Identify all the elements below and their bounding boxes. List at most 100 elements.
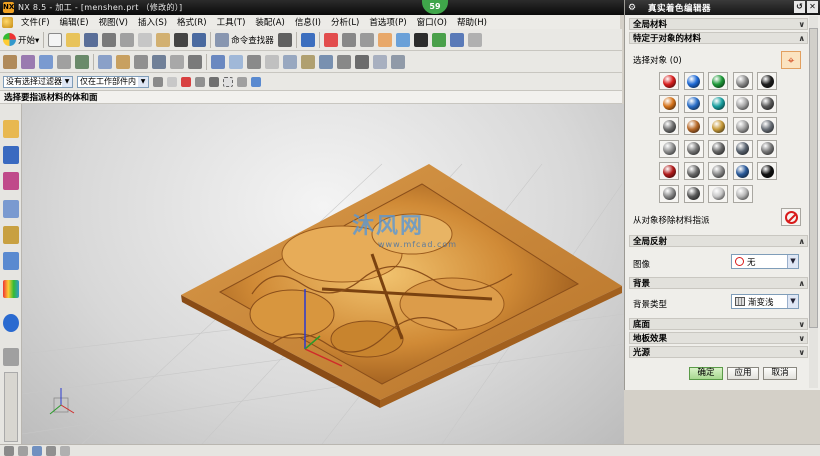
undo-icon[interactable]: [192, 32, 207, 47]
section-floor-effect[interactable]: 地板效果 ∨: [629, 332, 808, 344]
copy-path-icon[interactable]: [283, 54, 297, 69]
replay-path-icon[interactable]: [116, 54, 130, 69]
reuse-library-icon[interactable]: [3, 280, 19, 298]
material-swatch[interactable]: [708, 117, 728, 135]
material-swatch[interactable]: [683, 184, 704, 203]
app-menu-icon[interactable]: [2, 16, 13, 28]
constraint-navigator-icon[interactable]: [3, 226, 19, 244]
create-geometry-icon[interactable]: [39, 54, 53, 69]
work-view-icon[interactable]: [413, 32, 428, 47]
graphics-viewport[interactable]: 沐风网 www.mfcad.com: [22, 104, 624, 444]
analysis-icon[interactable]: [373, 54, 387, 69]
shaded-icon[interactable]: [377, 32, 392, 47]
status-icon-2[interactable]: [18, 445, 28, 456]
group-icon[interactable]: [337, 54, 351, 69]
menu-view[interactable]: 视图(V): [94, 16, 133, 28]
material-swatch[interactable]: [659, 117, 679, 135]
menu-info[interactable]: 信息(I): [290, 16, 326, 28]
material-swatch[interactable]: [732, 162, 753, 180]
gear-icon[interactable]: ⚙: [628, 3, 638, 13]
material-swatch[interactable]: [732, 117, 753, 135]
object-display-icon[interactable]: [229, 54, 243, 69]
machine-tool-icon[interactable]: [319, 54, 333, 69]
post-process-icon[interactable]: [170, 54, 184, 69]
status-icon-3[interactable]: [32, 445, 42, 456]
material-swatch[interactable]: [732, 139, 753, 158]
create-program-icon[interactable]: [3, 54, 17, 69]
verify-path-icon[interactable]: [134, 54, 148, 69]
material-swatch[interactable]: [659, 94, 679, 113]
material-swatch[interactable]: [708, 162, 728, 180]
material-swatch[interactable]: [659, 139, 679, 158]
operation-navigator-icon[interactable]: [3, 120, 19, 138]
close-icon[interactable]: ✕: [807, 1, 818, 13]
menu-file[interactable]: 文件(F): [16, 16, 55, 28]
delete-icon[interactable]: [174, 32, 189, 47]
menu-format[interactable]: 格式(R): [172, 16, 212, 28]
material-swatch[interactable]: [757, 72, 777, 90]
orient-view-icon[interactable]: [300, 32, 315, 47]
general-filter-icon[interactable]: [153, 76, 163, 87]
resource-bar-scrollbar[interactable]: [4, 372, 18, 442]
feature-icon[interactable]: [301, 54, 315, 69]
dialog-scrollbar[interactable]: [809, 16, 818, 388]
section-floor[interactable]: 底面 ∨: [629, 318, 808, 330]
cut-path-icon[interactable]: [265, 54, 279, 69]
save-icon[interactable]: [84, 32, 99, 47]
material-swatch[interactable]: [708, 72, 728, 90]
open-folder-icon[interactable]: [66, 32, 81, 47]
select-mode-icon[interactable]: [237, 76, 247, 87]
create-tool-icon[interactable]: [21, 54, 35, 69]
paste-icon[interactable]: [156, 32, 171, 47]
material-swatch[interactable]: [708, 184, 728, 203]
section-lights[interactable]: 光源 ∨: [629, 346, 808, 358]
part-navigator-icon[interactable]: [3, 252, 19, 270]
ok-button[interactable]: 确定: [689, 367, 723, 380]
menu-tools[interactable]: 工具(T): [212, 16, 251, 28]
reset-filter-icon[interactable]: [167, 76, 177, 87]
select-feature-icon[interactable]: [251, 76, 261, 87]
more-tools-icon[interactable]: [391, 54, 405, 69]
material-swatch[interactable]: [732, 184, 753, 203]
material-swatch[interactable]: [683, 162, 704, 180]
notification-badge[interactable]: 59: [422, 0, 448, 14]
start-button[interactable]: 开始▾: [3, 33, 39, 46]
edit-object-icon[interactable]: [247, 54, 261, 69]
material-swatch[interactable]: [708, 139, 728, 158]
part-navigator-icon[interactable]: [467, 32, 482, 47]
status-icon-1[interactable]: [4, 445, 14, 456]
menu-insert[interactable]: 插入(S): [133, 16, 172, 28]
create-method-icon[interactable]: [57, 54, 71, 69]
section-global-reflection[interactable]: 全局反射 ∧: [629, 235, 808, 247]
image-select[interactable]: 无 ▼: [731, 254, 799, 269]
snap-point-icon[interactable]: [181, 76, 191, 87]
wcs-icon[interactable]: [449, 32, 464, 47]
status-icon-5[interactable]: [60, 445, 70, 456]
material-swatch[interactable]: [659, 72, 679, 90]
history-icon[interactable]: [3, 348, 19, 366]
sphere-icon[interactable]: [359, 32, 374, 47]
remove-material-button[interactable]: [781, 208, 801, 226]
menu-window[interactable]: 窗口(O): [412, 16, 452, 28]
apply-button[interactable]: 应用: [727, 367, 759, 380]
menu-help[interactable]: 帮助(H): [452, 16, 492, 28]
section-background[interactable]: 背景 ∧: [629, 277, 808, 289]
menu-edit[interactable]: 编辑(E): [55, 16, 94, 28]
snap-end-icon[interactable]: [195, 76, 205, 87]
material-swatch[interactable]: [659, 162, 679, 180]
status-icon-4[interactable]: [46, 445, 56, 456]
menu-assembly[interactable]: 装配(A): [250, 16, 289, 28]
print-icon[interactable]: [102, 32, 117, 47]
material-swatch[interactable]: [659, 184, 679, 203]
material-swatch[interactable]: [683, 72, 704, 90]
info-icon[interactable]: [3, 314, 19, 332]
cut-icon[interactable]: [120, 32, 135, 47]
material-swatch[interactable]: [732, 94, 753, 113]
material-swatch[interactable]: [757, 162, 777, 180]
generate-path-icon[interactable]: [98, 54, 112, 69]
display-icon[interactable]: [355, 54, 369, 69]
machine-tool-navigator-icon[interactable]: [3, 146, 19, 164]
geometry-view-icon[interactable]: [3, 172, 19, 190]
transform-icon[interactable]: [211, 54, 225, 69]
selection-scope-select[interactable]: 仅在工作部件内 ▼: [77, 75, 149, 88]
